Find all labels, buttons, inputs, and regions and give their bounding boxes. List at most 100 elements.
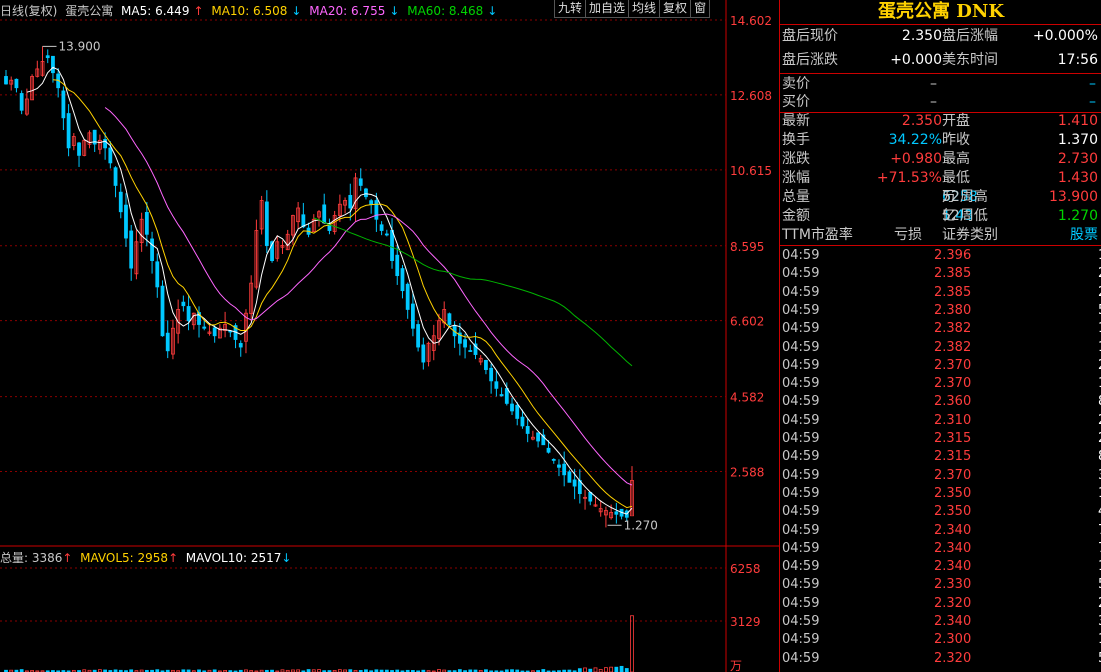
volume-bar (604, 667, 608, 672)
candle-body (129, 230, 134, 269)
candle-body (264, 201, 269, 246)
week52-low-label: 52周低 (942, 208, 988, 224)
tick-row: 04:592.315205 (780, 430, 1101, 448)
candle-body (144, 212, 149, 235)
open-value: 1.410 (1057, 113, 1098, 129)
tick-price: 2.350 (934, 485, 972, 501)
after-price-label: 盘后现价 (782, 28, 838, 44)
pe-label: TTM市盈率 (782, 227, 853, 243)
last-label: 最新 (782, 113, 810, 129)
add-watchlist-button[interactable]: 加自选 (585, 0, 630, 18)
turnover-label: 换手 (782, 132, 810, 148)
stock-name: 蛋壳公寓 (65, 4, 114, 18)
after-hours-row-1: 盘后现价 2.350 盘后涨幅 +0.000% (780, 27, 1101, 46)
quote-row-pct: 涨幅 +71.53% 最低 1.430 (780, 169, 1101, 188)
ma60-label: MA60: 8.468 ↓ (407, 4, 498, 18)
nine-turn-button[interactable]: 九转 (554, 0, 587, 18)
window-button[interactable]: 窗 (690, 0, 711, 18)
bid-row: 买价 – – (780, 93, 1101, 112)
bid-label: 买价 (782, 94, 810, 110)
candle-body (567, 471, 572, 483)
tick-row: 04:592.370100 (780, 375, 1101, 393)
prev-close-label: 昨收 (942, 132, 970, 148)
change-label: 涨跌 (782, 151, 810, 167)
candle-body (416, 324, 421, 348)
candle-body (160, 285, 165, 337)
mavol10-label: MAVOL10: 2517↓ (185, 551, 292, 565)
tick-row: 04:592.3805000 (780, 302, 1101, 320)
candle-body (150, 238, 154, 261)
price-tick-label: 12.608 (730, 89, 772, 103)
candle-body (14, 78, 19, 89)
after-price-value: 2.350 (901, 28, 942, 44)
open-label: 开盘 (942, 113, 970, 129)
tick-time: 04:59 (782, 504, 820, 520)
tick-time: 04:59 (782, 614, 820, 629)
tick-time: 04:59 (782, 412, 820, 428)
candle-body (374, 200, 379, 220)
candle-body (494, 381, 499, 389)
quote-row-pe: TTM市盈率 亏损 证券类别 股票 (780, 226, 1101, 245)
panel-title: 蛋壳公寓 DNK (780, 0, 1101, 25)
price-tick-label: 4.582 (730, 391, 764, 405)
after-chg-label: 盘后涨跌 (782, 52, 838, 68)
ask-volume: – (1089, 76, 1096, 92)
security-type-value[interactable]: 股票 (1070, 226, 1098, 245)
candle-body (4, 76, 8, 85)
mavol5-label: MAVOL5: 2958↑ (80, 551, 179, 565)
candle-body (489, 367, 494, 382)
candle-body (19, 93, 24, 111)
tick-price: 2.315 (934, 449, 972, 465)
candle-body (400, 268, 405, 292)
candle-body (369, 200, 374, 205)
tick-price: 2.385 (934, 284, 972, 300)
tick-price: 2.330 (934, 577, 972, 593)
pct-label: 涨幅 (782, 170, 810, 186)
tick-row: 04:592.350100 (780, 485, 1101, 503)
candle-body (61, 90, 66, 119)
bid-value: – (930, 94, 937, 110)
ma-lines-button[interactable]: 均线 (628, 0, 661, 18)
candle-body (165, 332, 170, 352)
ask-label: 卖价 (782, 76, 810, 92)
prev-close-value: 1.370 (1057, 132, 1098, 148)
turnover-value: 34.22% (888, 132, 942, 148)
chart-header: 日线(复权) 蛋壳公寓 MA5: 6.449 ↑ MA10: 6.508 ↓ MA2… (0, 2, 501, 18)
tick-time: 04:59 (782, 394, 820, 410)
kline-chart[interactable]: 14.602 12.608 10.615 8.595 6.602 4.582 2.588 62… (0, 0, 779, 672)
tick-time: 04:59 (782, 266, 820, 282)
bid-volume: – (1089, 94, 1096, 110)
candle-body (45, 55, 50, 59)
week52-high-value: 13.900 (1049, 189, 1098, 205)
volume-bar (577, 668, 582, 672)
divider (780, 73, 1101, 74)
candle-body (118, 191, 123, 213)
candle-body (358, 178, 363, 186)
tick-price: 2.350 (934, 504, 972, 520)
tick-row: 04:592.35042 (780, 503, 1101, 521)
tick-row: 04:592.340345 (780, 613, 1101, 631)
candle-body (463, 339, 467, 348)
tick-time: 04:59 (782, 467, 820, 483)
after-pct-value: +0.000% (1032, 28, 1098, 44)
candle-body (384, 233, 389, 236)
candle-body (124, 204, 128, 239)
candle-body (238, 343, 243, 348)
tick-time: 04:59 (782, 449, 820, 465)
tick-time: 04:59 (782, 540, 820, 556)
candle-body (557, 464, 561, 468)
kline-chart-area[interactable]: 14.602 12.608 10.615 8.595 6.602 4.582 2.588 62… (0, 0, 779, 672)
candle-body (390, 229, 394, 261)
tick-row: 04:592.3202950 (780, 595, 1101, 613)
adjust-button[interactable]: 复权 (659, 0, 692, 18)
candle-body (504, 388, 509, 404)
tick-time: 04:59 (782, 357, 820, 373)
chart-toolbar: 九转 加自选 均线 复权 窗 (554, 0, 711, 18)
candle-body (525, 426, 530, 434)
us-time-label: 美东时间 (942, 52, 998, 68)
tick-row: 04:592.315891 (780, 448, 1101, 466)
candle-body (447, 313, 452, 325)
tick-time: 04:59 (782, 559, 820, 575)
candle-body (614, 511, 619, 515)
amount-label: 金额 (782, 208, 810, 224)
